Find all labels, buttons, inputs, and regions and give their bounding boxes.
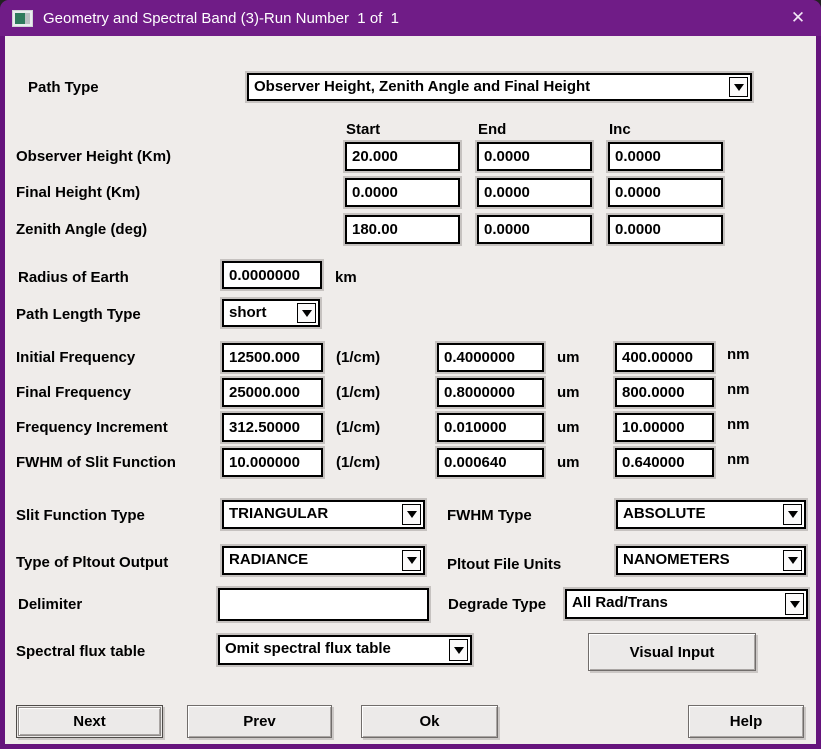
frequency-increment-um-input[interactable]: [437, 413, 544, 442]
final-frequency-um-input[interactable]: [437, 378, 544, 407]
column-header-start: Start: [346, 121, 380, 138]
spectral-flux-label: Spectral flux table: [16, 643, 145, 660]
spectral-flux-select[interactable]: Omit spectral flux table: [218, 635, 472, 665]
chevron-down-icon[interactable]: [729, 77, 748, 97]
chevron-down-icon[interactable]: [783, 504, 802, 525]
pltout-output-select[interactable]: RADIANCE: [222, 546, 425, 575]
pltout-units-label: Pltout File Units: [447, 556, 561, 573]
path-length-type-value: short: [224, 301, 295, 325]
fwhm-slit-cm-unit: (1/cm): [336, 454, 380, 471]
app-icon: [12, 10, 33, 27]
fwhm-type-value: ABSOLUTE: [618, 502, 781, 527]
initial-frequency-label: Initial Frequency: [16, 349, 135, 366]
observer-height-start-input[interactable]: [345, 142, 460, 171]
frequency-increment-label: Frequency Increment: [16, 419, 168, 436]
final-frequency-nm-input[interactable]: [615, 378, 714, 407]
pltout-units-select[interactable]: NANOMETERS: [616, 546, 806, 575]
slit-function-type-label: Slit Function Type: [16, 507, 145, 524]
spectral-flux-value: Omit spectral flux table: [220, 637, 447, 663]
radius-of-earth-label: Radius of Earth: [18, 269, 129, 286]
chevron-down-icon[interactable]: [402, 550, 421, 571]
zenith-angle-inc-input[interactable]: [608, 215, 723, 244]
final-frequency-nm-unit: nm: [727, 381, 750, 398]
frequency-increment-nm-input[interactable]: [615, 413, 714, 442]
pltout-units-value: NANOMETERS: [618, 548, 781, 573]
initial-frequency-um-unit: um: [557, 349, 580, 366]
fwhm-slit-nm-unit: nm: [727, 451, 750, 468]
dialog-body: Path Type Observer Height, Zenith Angle …: [5, 36, 816, 744]
chevron-down-icon[interactable]: [297, 303, 316, 323]
frequency-increment-cm-unit: (1/cm): [336, 419, 380, 436]
next-button[interactable]: Next: [16, 705, 163, 738]
path-type-select[interactable]: Observer Height, Zenith Angle and Final …: [247, 73, 752, 101]
degrade-type-select[interactable]: All Rad/Trans: [565, 589, 808, 619]
fwhm-type-select[interactable]: ABSOLUTE: [616, 500, 806, 529]
fwhm-slit-um-unit: um: [557, 454, 580, 471]
close-icon[interactable]: ✕: [775, 0, 821, 36]
titlebar[interactable]: Geometry and Spectral Band (3)-Run Numbe…: [0, 0, 821, 36]
fwhm-type-label: FWHM Type: [447, 507, 532, 524]
initial-frequency-cm-unit: (1/cm): [336, 349, 380, 366]
slit-function-type-select[interactable]: TRIANGULAR: [222, 500, 425, 529]
pltout-output-value: RADIANCE: [224, 548, 400, 573]
window-title: Geometry and Spectral Band (3)-Run Numbe…: [43, 10, 399, 27]
initial-frequency-nm-input[interactable]: [615, 343, 714, 372]
initial-frequency-cm-input[interactable]: [222, 343, 323, 372]
delimiter-label: Delimiter: [18, 596, 82, 613]
prev-button[interactable]: Prev: [187, 705, 332, 738]
fwhm-slit-um-input[interactable]: [437, 448, 544, 477]
column-header-end: End: [478, 121, 506, 138]
path-type-label: Path Type: [28, 79, 99, 96]
observer-height-label: Observer Height (Km): [16, 148, 171, 165]
path-length-type-select[interactable]: short: [222, 299, 320, 327]
radius-of-earth-input[interactable]: [222, 261, 322, 289]
final-frequency-um-unit: um: [557, 384, 580, 401]
fwhm-slit-nm-input[interactable]: [615, 448, 714, 477]
path-type-value: Observer Height, Zenith Angle and Final …: [249, 75, 727, 99]
zenith-angle-start-input[interactable]: [345, 215, 460, 244]
initial-frequency-nm-unit: nm: [727, 346, 750, 363]
final-frequency-label: Final Frequency: [16, 384, 131, 401]
slit-function-type-value: TRIANGULAR: [224, 502, 400, 527]
help-button[interactable]: Help: [688, 705, 804, 738]
chevron-down-icon[interactable]: [785, 593, 804, 615]
dialog-window: Geometry and Spectral Band (3)-Run Numbe…: [0, 0, 821, 749]
ok-button[interactable]: Ok: [361, 705, 498, 738]
final-frequency-cm-unit: (1/cm): [336, 384, 380, 401]
final-height-label: Final Height (Km): [16, 184, 140, 201]
observer-height-end-input[interactable]: [477, 142, 592, 171]
frequency-increment-cm-input[interactable]: [222, 413, 323, 442]
fwhm-slit-cm-input[interactable]: [222, 448, 323, 477]
degrade-type-label: Degrade Type: [448, 596, 546, 613]
observer-height-inc-input[interactable]: [608, 142, 723, 171]
zenith-angle-end-input[interactable]: [477, 215, 592, 244]
pltout-output-label: Type of Pltout Output: [16, 554, 168, 571]
frequency-increment-nm-unit: nm: [727, 416, 750, 433]
degrade-type-value: All Rad/Trans: [567, 591, 783, 617]
zenith-angle-label: Zenith Angle (deg): [16, 221, 147, 238]
chevron-down-icon[interactable]: [402, 504, 421, 525]
initial-frequency-um-input[interactable]: [437, 343, 544, 372]
final-height-start-input[interactable]: [345, 178, 460, 207]
visual-input-button[interactable]: Visual Input: [588, 633, 756, 671]
column-header-inc: Inc: [609, 121, 631, 138]
frequency-increment-um-unit: um: [557, 419, 580, 436]
final-frequency-cm-input[interactable]: [222, 378, 323, 407]
fwhm-slit-label: FWHM of Slit Function: [16, 454, 176, 471]
chevron-down-icon[interactable]: [449, 639, 468, 661]
radius-of-earth-unit: km: [335, 269, 357, 286]
path-length-type-label: Path Length Type: [16, 306, 141, 323]
final-height-end-input[interactable]: [477, 178, 592, 207]
delimiter-input[interactable]: [218, 588, 429, 621]
final-height-inc-input[interactable]: [608, 178, 723, 207]
chevron-down-icon[interactable]: [783, 550, 802, 571]
